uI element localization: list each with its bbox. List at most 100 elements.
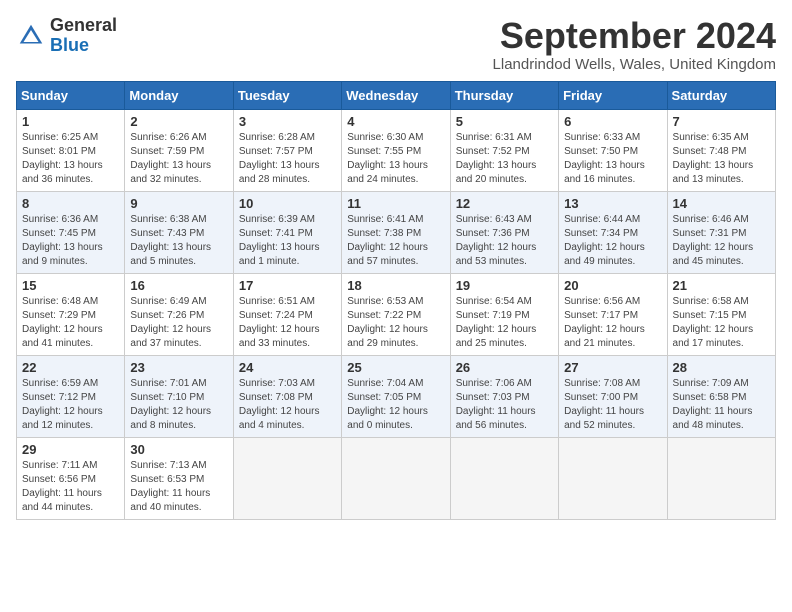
calendar-cell: 24Sunrise: 7:03 AMSunset: 7:08 PMDayligh… <box>233 355 341 437</box>
calendar-cell: 4 Sunrise: 6:30 AMSunset: 7:55 PMDaylight… <box>342 109 450 191</box>
day-detail: Sunrise: 6:59 AMSunset: 7:12 PMDaylight:… <box>22 377 119 433</box>
location-subtitle: Llandrindod Wells, Wales, United Kingdom <box>493 56 776 73</box>
day-number: 25 <box>347 360 444 375</box>
title-block: September 2024 Llandrindod Wells, Wales,… <box>493 16 776 73</box>
calendar-cell: 17Sunrise: 6:51 AMSunset: 7:24 PMDayligh… <box>233 273 341 355</box>
calendar-week-row: 1Sunrise: 6:25 AMSunset: 8:01 PMDaylight… <box>17 109 776 191</box>
day-detail: Sunrise: 6:48 AMSunset: 7:29 PMDaylight:… <box>22 295 119 351</box>
logo-general-text: General <box>50 16 117 36</box>
day-number: 6 <box>564 114 661 129</box>
calendar-cell: 7 Sunrise: 6:35 AMSunset: 7:48 PMDaylight… <box>667 109 775 191</box>
calendar-cell: 15 Sunrise: 6:48 AMSunset: 7:29 PMDayligh… <box>17 273 125 355</box>
day-detail: Sunrise: 6:35 AMSunset: 7:48 PMDaylight:… <box>673 131 770 187</box>
calendar-week-row: 29Sunrise: 7:11 AMSunset: 6:56 PMDayligh… <box>17 437 776 519</box>
day-detail: Sunrise: 6:28 AMSunset: 7:57 PMDaylight:… <box>239 131 336 187</box>
day-detail: Sunrise: 6:39 AMSunset: 7:41 PMDaylight:… <box>239 213 336 269</box>
day-number: 3 <box>239 114 336 129</box>
day-detail: Sunrise: 6:53 AMSunset: 7:22 PMDaylight:… <box>347 295 444 351</box>
day-number: 18 <box>347 278 444 293</box>
calendar-table: SundayMondayTuesdayWednesdayThursdayFrid… <box>16 81 776 520</box>
day-detail: Sunrise: 7:09 AMSunset: 6:58 PMDaylight:… <box>673 377 770 433</box>
day-number: 1 <box>22 114 119 129</box>
day-number: 20 <box>564 278 661 293</box>
day-number: 8 <box>22 196 119 211</box>
day-number: 12 <box>456 196 553 211</box>
calendar-cell: 8 Sunrise: 6:36 AMSunset: 7:45 PMDaylight… <box>17 191 125 273</box>
day-detail: Sunrise: 6:26 AMSunset: 7:59 PMDaylight:… <box>130 131 227 187</box>
calendar-cell <box>233 437 341 519</box>
day-detail: Sunrise: 6:41 AMSunset: 7:38 PMDaylight:… <box>347 213 444 269</box>
calendar-cell: 18 Sunrise: 6:53 AMSunset: 7:22 PMDayligh… <box>342 273 450 355</box>
day-detail: Sunrise: 7:06 AMSunset: 7:03 PMDaylight:… <box>456 377 553 433</box>
calendar-cell: 21Sunrise: 6:58 AMSunset: 7:15 PMDayligh… <box>667 273 775 355</box>
col-header-monday: Monday <box>125 81 233 109</box>
calendar-cell: 30 Sunrise: 7:13 AMSunset: 6:53 PMDayligh… <box>125 437 233 519</box>
calendar-week-row: 22 Sunrise: 6:59 AMSunset: 7:12 PMDayligh… <box>17 355 776 437</box>
calendar-cell: 27 Sunrise: 7:08 AMSunset: 7:00 PMDayligh… <box>559 355 667 437</box>
calendar-cell: 2 Sunrise: 6:26 AMSunset: 7:59 PMDaylight… <box>125 109 233 191</box>
day-number: 26 <box>456 360 553 375</box>
calendar-cell: 22 Sunrise: 6:59 AMSunset: 7:12 PMDayligh… <box>17 355 125 437</box>
day-detail: Sunrise: 6:58 AMSunset: 7:15 PMDaylight:… <box>673 295 770 351</box>
calendar-cell <box>450 437 558 519</box>
day-detail: Sunrise: 6:31 AMSunset: 7:52 PMDaylight:… <box>456 131 553 187</box>
col-header-tuesday: Tuesday <box>233 81 341 109</box>
day-number: 9 <box>130 196 227 211</box>
day-detail: Sunrise: 6:30 AMSunset: 7:55 PMDaylight:… <box>347 131 444 187</box>
day-detail: Sunrise: 6:36 AMSunset: 7:45 PMDaylight:… <box>22 213 119 269</box>
calendar-cell: 23Sunrise: 7:01 AMSunset: 7:10 PMDayligh… <box>125 355 233 437</box>
calendar-week-row: 15 Sunrise: 6:48 AMSunset: 7:29 PMDayligh… <box>17 273 776 355</box>
day-detail: Sunrise: 6:43 AMSunset: 7:36 PMDaylight:… <box>456 213 553 269</box>
calendar-cell: 14 Sunrise: 6:46 AMSunset: 7:31 PMDayligh… <box>667 191 775 273</box>
day-detail: Sunrise: 7:13 AMSunset: 6:53 PMDaylight:… <box>130 459 227 515</box>
day-number: 28 <box>673 360 770 375</box>
day-detail: Sunrise: 6:33 AMSunset: 7:50 PMDaylight:… <box>564 131 661 187</box>
col-header-sunday: Sunday <box>17 81 125 109</box>
logo: General Blue <box>16 16 117 56</box>
calendar-cell: 5 Sunrise: 6:31 AMSunset: 7:52 PMDaylight… <box>450 109 558 191</box>
day-number: 27 <box>564 360 661 375</box>
day-number: 10 <box>239 196 336 211</box>
day-detail: Sunrise: 6:46 AMSunset: 7:31 PMDaylight:… <box>673 213 770 269</box>
day-detail: Sunrise: 7:11 AMSunset: 6:56 PMDaylight:… <box>22 459 119 515</box>
day-number: 30 <box>130 442 227 457</box>
calendar-header-row: SundayMondayTuesdayWednesdayThursdayFrid… <box>17 81 776 109</box>
day-number: 22 <box>22 360 119 375</box>
calendar-cell: 28 Sunrise: 7:09 AMSunset: 6:58 PMDayligh… <box>667 355 775 437</box>
day-number: 7 <box>673 114 770 129</box>
day-number: 4 <box>347 114 444 129</box>
calendar-cell: 11 Sunrise: 6:41 AMSunset: 7:38 PMDayligh… <box>342 191 450 273</box>
day-detail: Sunrise: 6:56 AMSunset: 7:17 PMDaylight:… <box>564 295 661 351</box>
day-number: 15 <box>22 278 119 293</box>
calendar-cell: 20 Sunrise: 6:56 AMSunset: 7:17 PMDayligh… <box>559 273 667 355</box>
day-number: 19 <box>456 278 553 293</box>
day-number: 11 <box>347 196 444 211</box>
month-title: September 2024 <box>493 16 776 56</box>
col-header-friday: Friday <box>559 81 667 109</box>
day-number: 2 <box>130 114 227 129</box>
col-header-thursday: Thursday <box>450 81 558 109</box>
day-number: 23 <box>130 360 227 375</box>
calendar-cell: 6 Sunrise: 6:33 AMSunset: 7:50 PMDaylight… <box>559 109 667 191</box>
day-detail: Sunrise: 7:08 AMSunset: 7:00 PMDaylight:… <box>564 377 661 433</box>
page-header: General Blue September 2024 Llandrindod … <box>16 16 776 73</box>
day-number: 13 <box>564 196 661 211</box>
calendar-week-row: 8 Sunrise: 6:36 AMSunset: 7:45 PMDaylight… <box>17 191 776 273</box>
day-number: 17 <box>239 278 336 293</box>
calendar-cell: 29Sunrise: 7:11 AMSunset: 6:56 PMDayligh… <box>17 437 125 519</box>
calendar-cell: 26 Sunrise: 7:06 AMSunset: 7:03 PMDayligh… <box>450 355 558 437</box>
day-number: 24 <box>239 360 336 375</box>
day-number: 14 <box>673 196 770 211</box>
calendar-cell: 19Sunrise: 6:54 AMSunset: 7:19 PMDayligh… <box>450 273 558 355</box>
calendar-cell <box>342 437 450 519</box>
calendar-cell: 25 Sunrise: 7:04 AMSunset: 7:05 PMDayligh… <box>342 355 450 437</box>
day-number: 5 <box>456 114 553 129</box>
col-header-saturday: Saturday <box>667 81 775 109</box>
calendar-cell <box>667 437 775 519</box>
day-detail: Sunrise: 6:44 AMSunset: 7:34 PMDaylight:… <box>564 213 661 269</box>
logo-icon <box>16 21 46 51</box>
day-detail: Sunrise: 7:04 AMSunset: 7:05 PMDaylight:… <box>347 377 444 433</box>
calendar-cell: 12 Sunrise: 6:43 AMSunset: 7:36 PMDayligh… <box>450 191 558 273</box>
calendar-cell: 16Sunrise: 6:49 AMSunset: 7:26 PMDayligh… <box>125 273 233 355</box>
calendar-cell: 3 Sunrise: 6:28 AMSunset: 7:57 PMDaylight… <box>233 109 341 191</box>
